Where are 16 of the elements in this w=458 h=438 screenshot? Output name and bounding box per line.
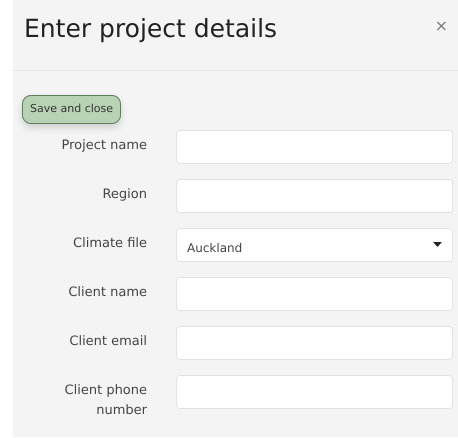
field-label: Project name	[60, 136, 147, 154]
input-field[interactable]	[176, 326, 453, 360]
field-label: Client name	[67, 284, 147, 302]
save-and-close-button[interactable]: Save and close	[22, 95, 122, 124]
field-label: Client phone number	[64, 382, 147, 420]
input-field[interactable]	[176, 276, 453, 310]
dialog-title: Enter project details	[24, 14, 278, 44]
field-label: Region	[101, 186, 147, 204]
caret-icon	[433, 242, 442, 247]
input-field[interactable]	[176, 130, 453, 164]
close-button[interactable]: ×	[434, 18, 448, 34]
input-field[interactable]	[176, 374, 453, 408]
field-label: Climate file	[72, 234, 147, 252]
field-label: Client email	[68, 332, 147, 350]
climate-dropdown[interactable]: Auckland	[176, 228, 453, 262]
input-field[interactable]	[176, 178, 453, 212]
